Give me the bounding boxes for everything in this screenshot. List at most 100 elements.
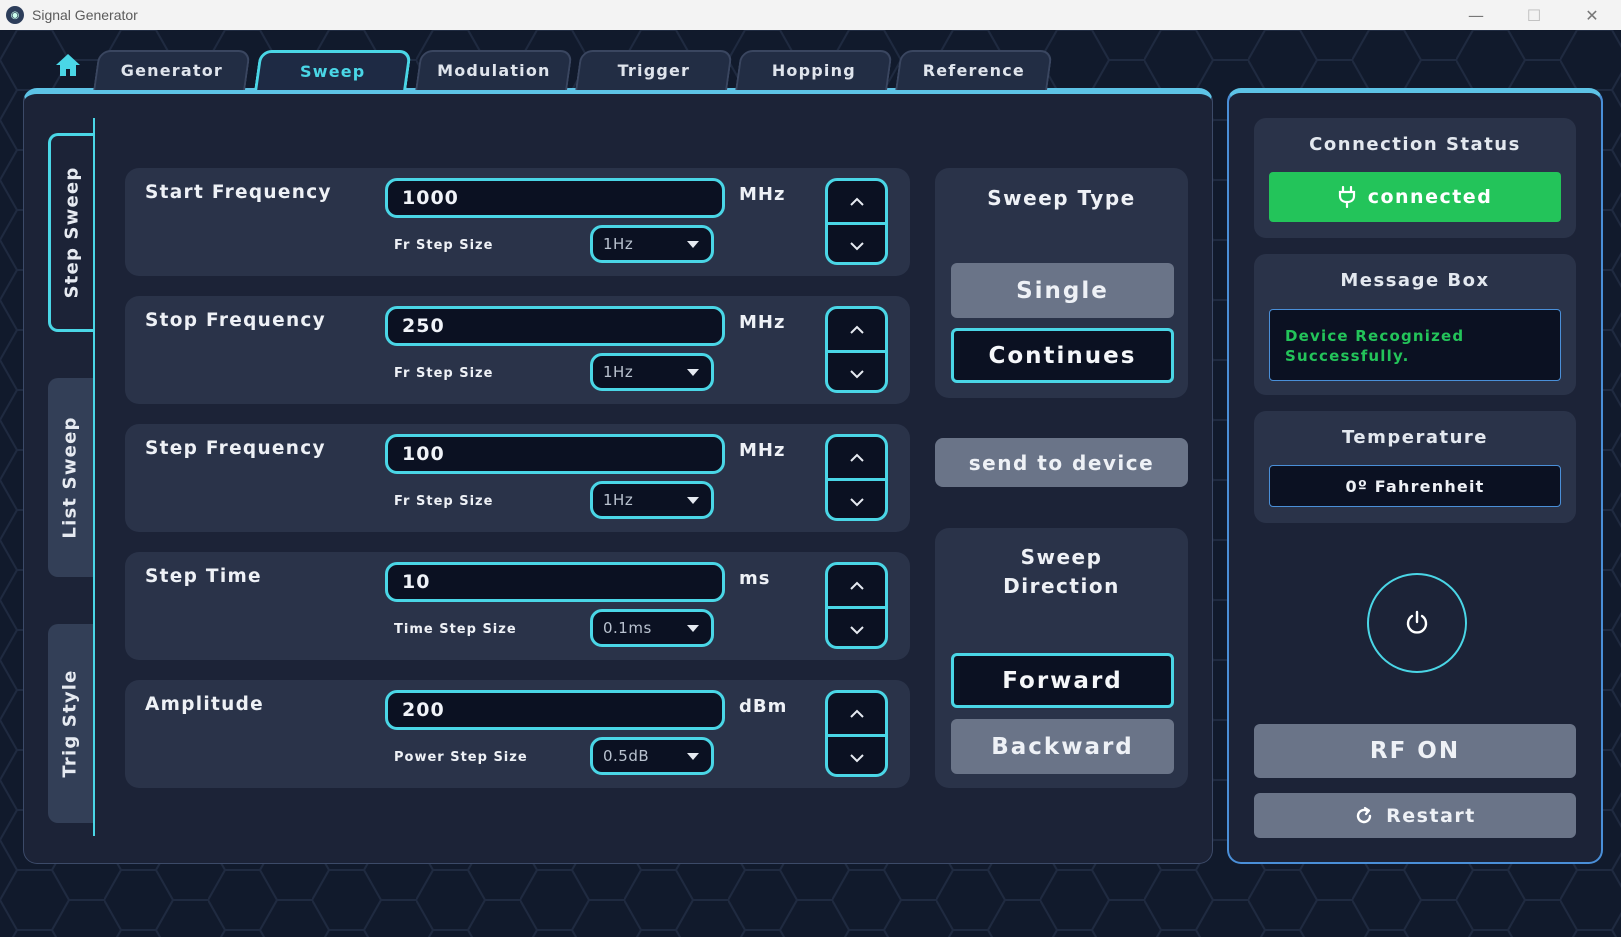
tab-generator[interactable]: Generator (93, 50, 251, 90)
message-text: Device Recognized Successfully. (1269, 309, 1561, 381)
side-tab-label: Step Sweep (61, 166, 83, 299)
tab-label: Modulation (437, 61, 551, 80)
continues-button[interactable]: Continues (951, 328, 1174, 383)
param-label: Start Frequency (145, 182, 332, 203)
backward-button[interactable]: Backward (951, 719, 1174, 774)
side-tab-list-sweep[interactable]: List Sweep (48, 378, 93, 577)
step-frequency-input[interactable] (385, 434, 725, 474)
home-icon[interactable] (54, 52, 82, 78)
step-size-value: 1Hz (603, 491, 634, 509)
amplitude-input[interactable] (385, 690, 725, 730)
step-time-input[interactable] (385, 562, 725, 602)
window-title: Signal Generator (32, 7, 138, 23)
stop-frequency-input[interactable] (385, 306, 725, 346)
side-tab-step-sweep[interactable]: Step Sweep (48, 133, 93, 332)
row-start-frequency: Start Frequency MHz Fr Step Size 1Hz (125, 168, 910, 276)
forward-button[interactable]: Forward (951, 653, 1174, 708)
maximize-button[interactable]: ☐ (1505, 0, 1563, 30)
step-size-label: Fr Step Size (394, 366, 494, 381)
step-size-select[interactable]: 1Hz (590, 353, 714, 391)
row-step-time: Step Time ms Time Step Size 0.1ms (125, 552, 910, 660)
decrement-button[interactable] (828, 353, 885, 390)
connection-status-box: Connection Status connected (1254, 118, 1576, 238)
decrement-button[interactable] (828, 609, 885, 646)
step-size-label: Fr Step Size (394, 494, 494, 509)
decrement-button[interactable] (828, 481, 885, 518)
side-tab-divider (93, 118, 95, 836)
param-label: Stop Frequency (145, 310, 327, 331)
app-icon: ◉ (6, 6, 24, 24)
temperature-title: Temperature (1342, 427, 1488, 448)
restart-label: Restart (1386, 804, 1476, 827)
plug-icon (1338, 186, 1355, 208)
step-size-select[interactable]: 1Hz (590, 481, 714, 519)
step-size-label: Fr Step Size (394, 238, 494, 253)
step-size-select[interactable]: 0.5dB (590, 737, 714, 775)
message-box-title: Message Box (1340, 270, 1490, 291)
side-tab-label: Trig Style (60, 669, 81, 778)
caret-down-icon (687, 753, 699, 760)
increment-button[interactable] (828, 181, 885, 222)
start-frequency-input[interactable] (385, 178, 725, 218)
param-label: Step Time (145, 566, 262, 587)
connection-status-title: Connection Status (1309, 134, 1521, 155)
chevron-down-icon (849, 625, 864, 634)
caret-down-icon (687, 497, 699, 504)
rf-on-button[interactable]: RF ON (1254, 724, 1576, 778)
value-stepper (825, 306, 888, 393)
increment-button[interactable] (828, 309, 885, 350)
tab-modulation[interactable]: Modulation (415, 50, 573, 90)
side-tab-trig-style[interactable]: Trig Style (48, 624, 93, 823)
param-label: Step Frequency (145, 438, 326, 459)
row-step-frequency: Step Frequency MHz Fr Step Size 1Hz (125, 424, 910, 532)
single-button[interactable]: Single (951, 263, 1174, 318)
decrement-button[interactable] (828, 737, 885, 774)
value-stepper (825, 562, 888, 649)
tab-reference[interactable]: Reference (895, 50, 1053, 90)
tab-label: Generator (120, 61, 223, 80)
chevron-down-icon (849, 753, 864, 762)
unit-label: MHz (739, 184, 786, 205)
restart-icon (1357, 806, 1372, 823)
step-size-select[interactable]: 0.1ms (590, 609, 714, 647)
sweep-type-title: Sweep Type (987, 186, 1136, 210)
increment-button[interactable] (828, 437, 885, 478)
caret-down-icon (687, 369, 699, 376)
restart-button[interactable]: Restart (1254, 793, 1576, 838)
tab-hopping[interactable]: Hopping (735, 50, 893, 90)
power-icon (1406, 610, 1428, 634)
value-stepper (825, 434, 888, 521)
caret-down-icon (687, 625, 699, 632)
unit-label: ms (739, 568, 771, 589)
chevron-down-icon (849, 497, 864, 506)
value-stepper (825, 178, 888, 265)
side-tab-label: List Sweep (60, 416, 81, 539)
unit-label: MHz (739, 312, 786, 333)
decrement-button[interactable] (828, 225, 885, 262)
close-button[interactable]: ✕ (1563, 0, 1621, 30)
step-size-label: Time Step Size (394, 622, 517, 637)
window-titlebar: ◉ Signal Generator — ☐ ✕ (0, 0, 1621, 30)
step-size-value: 1Hz (603, 363, 634, 381)
sweep-type-card: Sweep Type Single Continues (935, 168, 1188, 398)
chevron-up-icon (849, 453, 864, 462)
connection-status-value: connected (1367, 186, 1493, 208)
chevron-down-icon (849, 241, 864, 250)
step-size-value: 0.5dB (603, 747, 650, 765)
unit-label: MHz (739, 440, 786, 461)
increment-button[interactable] (828, 693, 885, 734)
send-to-device-button[interactable]: send to device (935, 438, 1188, 487)
chevron-up-icon (849, 325, 864, 334)
value-stepper (825, 690, 888, 777)
power-button[interactable] (1367, 573, 1467, 673)
connection-status-button[interactable]: connected (1269, 172, 1561, 222)
step-size-value: 1Hz (603, 235, 634, 253)
step-size-select[interactable]: 1Hz (590, 225, 714, 263)
tab-label: Reference (922, 61, 1025, 80)
tab-trigger[interactable]: Trigger (575, 50, 733, 90)
message-box: Message Box Device Recognized Successful… (1254, 254, 1576, 395)
increment-button[interactable] (828, 565, 885, 606)
minimize-button[interactable]: — (1447, 0, 1505, 30)
chevron-up-icon (849, 709, 864, 718)
tab-sweep[interactable]: Sweep (254, 50, 412, 90)
